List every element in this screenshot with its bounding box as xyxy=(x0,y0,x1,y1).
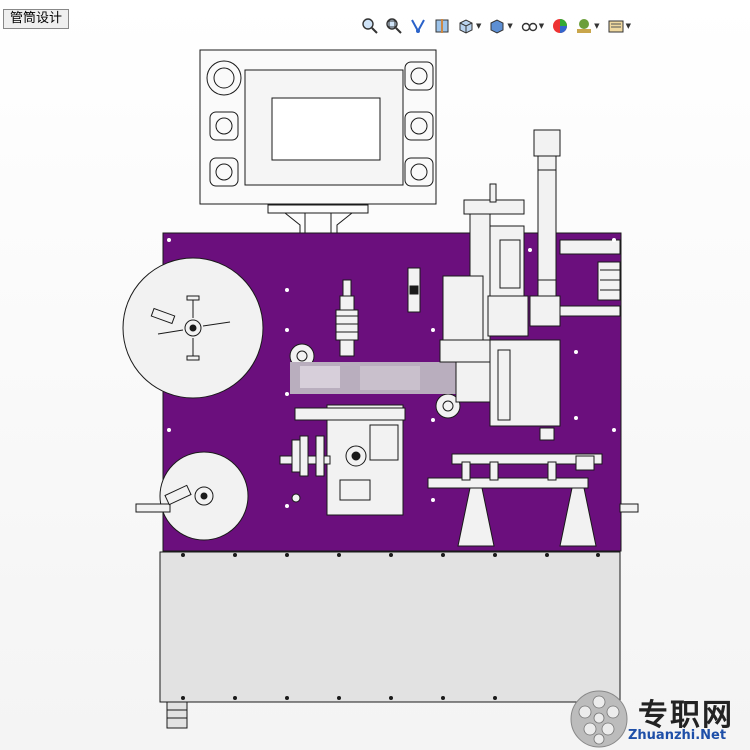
watermark-url: Zhuanzhi.Net xyxy=(628,728,727,743)
touch-panel xyxy=(199,49,437,205)
panel-bracket xyxy=(267,204,369,234)
cylinder-assembly xyxy=(439,129,561,441)
watermark-logo-icon xyxy=(570,690,628,748)
graphics-viewport[interactable]: 管筒设计 ▼ ▼ ▼ ▼ ▼ 专职网 Zhuanzhi.Net xyxy=(0,0,750,750)
small-reel xyxy=(135,451,249,541)
machine-model-drawing[interactable] xyxy=(0,0,750,750)
large-reel xyxy=(122,257,264,399)
lower-cabinet xyxy=(159,551,621,729)
